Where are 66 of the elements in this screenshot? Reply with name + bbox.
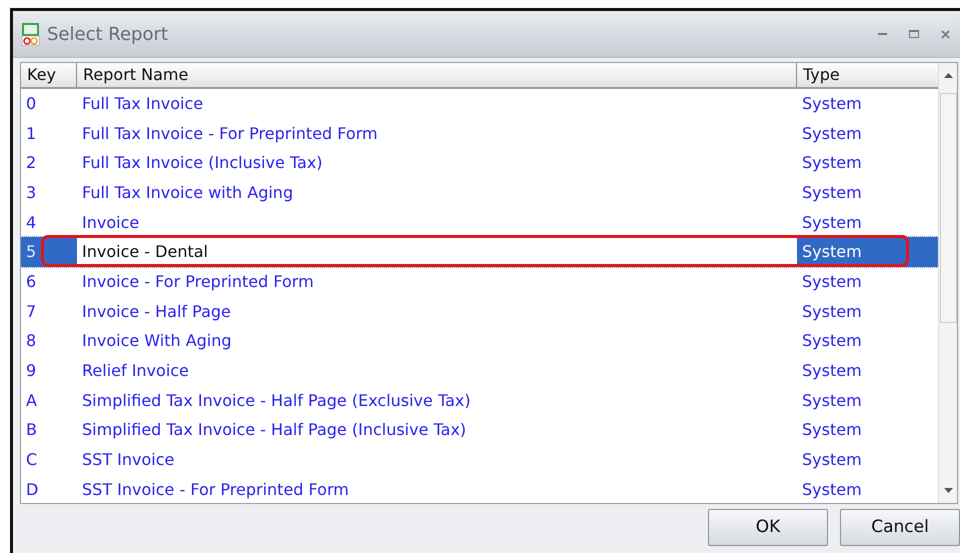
name-cell-text: Simplified Tax Invoice - Half Page (Inclusive Tax) — [81, 419, 468, 442]
type-cell-text: System — [801, 419, 863, 442]
key-cell-text: 1 — [25, 122, 38, 145]
key-cell-text: 9 — [25, 360, 38, 382]
key-cell-text: D — [25, 478, 40, 501]
name-cell-text: Full Tax Invoice — [81, 92, 204, 115]
key-cell-text: 2 — [25, 152, 38, 174]
scrollbar[interactable] — [938, 63, 957, 503]
scroll-thumb[interactable] — [940, 93, 957, 323]
name-cell-text: Invoice With Aging — [81, 330, 233, 352]
report-row[interactable]: B Simplified Tax Invoice - Half Page (Inclusive Tax) System — [21, 416, 938, 446]
report-row[interactable]: 9 Relief Invoice System — [21, 356, 938, 386]
name-cell-text: Invoice — [81, 212, 140, 234]
column-header[interactable]: Report Name — [77, 63, 797, 87]
type-cell-text: System — [801, 270, 863, 293]
type-cell-text: System — [801, 330, 863, 352]
report-row[interactable]: C SST Invoice System — [21, 445, 938, 475]
close-icon[interactable] — [941, 30, 950, 38]
key-cell-text: 0 — [25, 92, 38, 115]
report-row[interactable]: D SST Invoice - For Preprinted Form System — [21, 474, 938, 505]
name-cell-text: Full Tax Invoice (Inclusive Tax) — [81, 152, 324, 174]
report-row[interactable]: A Simplified Tax Invoice - Half Page (Exclusive Tax) System — [21, 386, 938, 416]
name-cell-text: Invoice - Dental — [81, 241, 209, 264]
key-cell-text: 4 — [25, 212, 38, 234]
type-cell-text: System — [801, 92, 863, 115]
key-cell-text: 6 — [25, 270, 38, 293]
name-cell-text: Invoice - Half Page — [81, 300, 232, 323]
scroll-down-icon[interactable] — [944, 488, 953, 493]
key-cell-text: B — [25, 419, 38, 442]
type-cell-text: System — [801, 478, 863, 501]
app-icon — [21, 22, 41, 46]
name-cell-text: SST Invoice — [81, 449, 176, 472]
name-cell-text: Full Tax Invoice with Aging — [81, 182, 294, 204]
cancel-button[interactable]: Cancel — [840, 509, 960, 546]
name-cell-text: Relief Invoice — [81, 360, 190, 382]
name-cell-text: SST Invoice - For Preprinted Form — [81, 478, 350, 501]
type-cell-text: System — [801, 152, 863, 174]
type-cell-text: System — [801, 390, 863, 412]
name-cell-text: Simplified Tax Invoice - Half Page (Exclusive Tax) — [81, 390, 472, 412]
maximize-icon[interactable] — [909, 30, 919, 38]
key-cell-text: 7 — [25, 300, 38, 323]
report-row[interactable]: 2 Full Tax Invoice (Inclusive Tax) System — [21, 148, 938, 178]
ok-button[interactable]: OK — [708, 509, 828, 546]
name-cell-text: Invoice - For Preprinted Form — [81, 270, 315, 293]
report-row[interactable]: 6 Invoice - For Preprinted Form System — [21, 267, 938, 297]
column-header[interactable]: Key — [21, 63, 77, 87]
report-row[interactable]: 0 Full Tax Invoice System — [21, 89, 938, 119]
key-cell-text: 3 — [25, 182, 38, 204]
key-cell-text: A — [25, 390, 38, 412]
type-cell-text: System — [801, 182, 863, 204]
report-row[interactable]: 1 Full Tax Invoice - For Preprinted Form System — [21, 118, 938, 148]
report-row[interactable]: 7 Invoice - Half Page System — [21, 296, 938, 326]
key-cell-text: C — [25, 449, 38, 472]
scroll-up-icon[interactable] — [944, 73, 953, 78]
type-cell-text: System — [801, 300, 863, 323]
type-cell-text: System — [801, 449, 863, 472]
window-title: Select Report — [47, 22, 168, 46]
report-row[interactable]: 5 Invoice - Dental System — [21, 237, 938, 268]
type-cell-text: System — [801, 360, 863, 382]
type-cell-text: System — [801, 212, 863, 234]
name-cell-text: Full Tax Invoice - For Preprinted Form — [81, 122, 379, 145]
report-row[interactable]: 8 Invoice With Aging System — [21, 326, 938, 356]
key-cell-text: 8 — [25, 330, 38, 352]
type-cell-text: System — [801, 122, 863, 145]
report-row[interactable]: 3 Full Tax Invoice with Aging System — [21, 178, 938, 208]
report-row[interactable]: 4 Invoice System — [21, 208, 938, 238]
